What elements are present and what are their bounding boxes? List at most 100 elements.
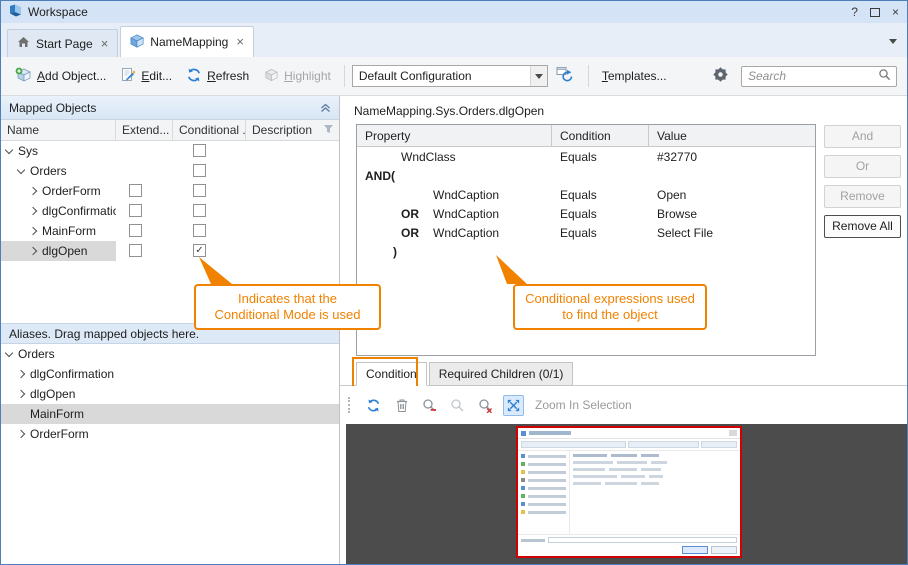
configuration-select[interactable]: Default Configuration [352,65,548,87]
tab-condition[interactable]: Condition [356,362,427,386]
refresh-label: Refresh [207,69,249,83]
highlight-button[interactable]: Highlight [257,63,337,90]
thumbnail-open-button [682,546,708,554]
extended-find-checkbox[interactable] [129,204,142,217]
table-row[interactable]: ORWndCaption Equals Browse [357,204,815,223]
table-row[interactable]: OrderForm [1,181,339,201]
table-row[interactable]: ORWndCaption Equals Select File [357,223,815,242]
column-header-description[interactable]: Description [246,120,339,140]
tab-overflow-button[interactable] [889,33,897,47]
sync-configuration-icon [556,66,575,86]
list-item[interactable]: Orders [1,344,339,364]
conditional-checkbox[interactable] [193,204,206,217]
close-button[interactable]: × [892,5,899,19]
column-header-conditional[interactable]: Conditional ... [173,120,246,140]
tab-required-children[interactable]: Required Children (0/1) [429,362,574,386]
column-header-extended[interactable]: Extend... [116,120,173,140]
trash-icon [395,398,409,413]
sync-configuration-button[interactable] [550,62,581,90]
gear-icon [712,66,729,86]
chevron-right-icon[interactable] [17,390,25,398]
name-mapping-icon [130,34,144,51]
highlight-icon [263,67,279,86]
list-item[interactable]: dlgConfirmation [1,364,339,384]
delete-image-button[interactable] [391,395,412,416]
column-header-name[interactable]: Name [1,120,116,140]
image-toolbar: Zoom In Selection [340,386,907,424]
chevron-right-icon[interactable] [29,187,37,195]
table-row[interactable]: Sys [1,141,339,161]
column-header-value[interactable]: Value [649,125,815,146]
search-input[interactable] [748,69,878,83]
tree-node-dlgopen[interactable]: dlgOpen [1,241,116,261]
thumbnail-address-bar [518,439,740,451]
zoom-button-disabled[interactable] [447,395,468,416]
add-object-icon [15,67,32,86]
tab-name-mapping[interactable]: NameMapping × [120,26,254,57]
close-tab-icon[interactable]: × [101,38,109,50]
chevron-right-icon[interactable] [17,430,25,438]
conditional-checkbox[interactable] [193,144,206,157]
chevron-right-icon[interactable] [17,370,25,378]
chevron-right-icon[interactable] [29,247,37,255]
table-row[interactable]: dlgConfirmation [1,201,339,221]
add-object-button[interactable]: Add Object... [9,63,112,90]
extended-find-checkbox[interactable] [129,184,142,197]
or-button[interactable]: Or [824,155,901,178]
list-item[interactable]: dlgOpen [1,384,339,404]
maximize-button[interactable] [870,8,880,17]
conditional-checkbox[interactable] [193,184,206,197]
remove-all-button[interactable]: Remove All [824,215,901,238]
filter-icon[interactable] [323,123,334,137]
extended-find-checkbox[interactable] [129,224,142,237]
chevron-down-icon [535,74,543,79]
tree-node-mainform[interactable]: MainForm [1,221,116,241]
chevron-right-icon[interactable] [29,227,37,235]
list-item[interactable]: OrderForm [1,424,339,444]
tree-node-dlgconfirmation[interactable]: dlgConfirmation [1,201,116,221]
group-close-row: ) [357,242,815,261]
tab-label: NameMapping [150,35,228,49]
tree-node-sys[interactable]: Sys [1,141,116,161]
clear-zoom-button[interactable] [475,395,496,416]
search-icon [878,68,891,84]
chevron-right-icon[interactable] [29,207,37,215]
table-row[interactable]: Orders [1,161,339,181]
node-label: OrderForm [30,427,89,441]
node-label: dlgConfirmation [42,204,116,218]
and-button[interactable]: And [824,125,901,148]
refresh-button[interactable]: Refresh [180,63,255,90]
list-item-selected[interactable]: MainForm [1,404,339,424]
help-button[interactable]: ? [851,5,858,19]
chevron-down-icon[interactable] [17,166,25,174]
table-row-selected[interactable]: dlgOpen ✓ [1,241,339,261]
column-header-condition[interactable]: Condition [552,125,649,146]
file-dialog-thumbnail[interactable] [516,426,742,558]
zoom-in-selection-button[interactable] [503,395,524,416]
chevron-down-icon[interactable] [5,146,13,154]
tab-start-page[interactable]: Start Page × [7,29,118,57]
conditional-checkbox-checked[interactable]: ✓ [193,244,206,257]
remove-button[interactable]: Remove [824,185,901,208]
refresh-image-button[interactable] [363,395,384,416]
edit-label: Edit... [141,69,172,83]
table-row[interactable]: MainForm [1,221,339,241]
collapse-panel-button[interactable] [320,103,331,113]
column-header-property[interactable]: Property [357,125,552,146]
chevron-down-icon[interactable] [5,349,13,357]
templates-button[interactable]: Templates... [596,65,673,87]
zoom-out-button[interactable] [419,395,440,416]
extended-find-checkbox[interactable] [129,244,142,257]
settings-button[interactable] [712,66,729,86]
conditional-checkbox[interactable] [193,164,206,177]
edit-button[interactable]: Edit... [114,63,178,90]
table-row[interactable]: WndClass Equals #32770 [357,147,815,166]
close-tab-icon[interactable]: × [236,36,244,48]
configuration-dropdown-button[interactable] [530,66,547,86]
conditional-checkbox[interactable] [193,224,206,237]
tree-node-orders[interactable]: Orders [1,161,116,181]
tree-node-orderform[interactable]: OrderForm [1,181,116,201]
toolbar-grip-handle[interactable] [348,397,351,413]
group-operator: ) [357,245,397,259]
table-row[interactable]: WndCaption Equals Open [357,185,815,204]
